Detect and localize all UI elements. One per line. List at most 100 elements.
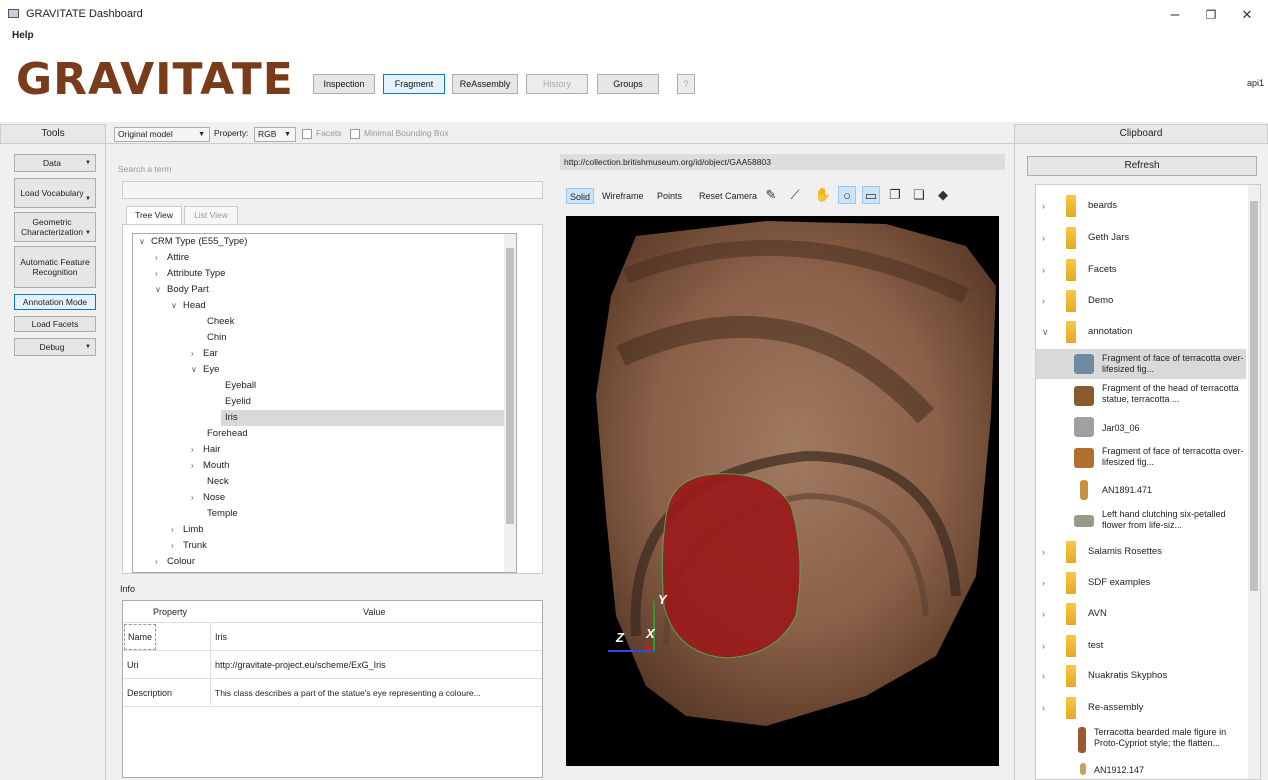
tree-node[interactable]: ∨ Body Part [155, 282, 209, 298]
list-item[interactable]: Terracotta bearded male figure in Proto-… [1036, 725, 1246, 755]
table-row[interactable]: Name Iris [123, 623, 542, 651]
property-select[interactable]: RGB ▼ [254, 127, 296, 142]
tag-icon[interactable]: ◆ [934, 186, 952, 204]
viewer-panel: http://collection.britishmuseum.org/id/o… [550, 144, 1014, 780]
folder-item[interactable]: › SDF examples [1036, 572, 1246, 594]
points-button[interactable]: Points [657, 188, 682, 204]
eyedropper-icon[interactable]: ✎ [762, 186, 780, 204]
folder-item[interactable]: › AVN [1036, 603, 1246, 625]
folder-item[interactable]: › test [1036, 635, 1246, 657]
history-button[interactable]: History [526, 74, 588, 94]
chevron-right-icon: › [1042, 201, 1045, 211]
lasso-icon[interactable]: ○ [838, 186, 856, 204]
row-key: Name [124, 624, 157, 650]
tab-list-view[interactable]: List View [184, 206, 238, 224]
folder-label: Facets [1088, 264, 1117, 275]
layers-icon[interactable]: ❏ [910, 186, 928, 204]
fragment-thumbnail [1074, 354, 1094, 374]
list-item[interactable]: AN1891.471 [1036, 479, 1246, 501]
automatic-feature-recognition-button[interactable]: Automatic Feature Recognition [14, 246, 96, 288]
scrollbar-thumb[interactable] [506, 248, 514, 524]
folder-item[interactable]: › Facets [1036, 259, 1246, 281]
folder-item[interactable]: › beards [1036, 195, 1246, 217]
groups-button[interactable]: Groups [597, 74, 659, 94]
model-select[interactable]: Original model ▼ [114, 127, 210, 142]
wireframe-button[interactable]: Wireframe [602, 188, 644, 204]
tree-node[interactable]: › Hair [191, 442, 220, 458]
folder-label: Re-assembly [1088, 702, 1144, 713]
tree-node[interactable]: › Trunk [171, 538, 207, 554]
facets-checkbox[interactable] [302, 129, 312, 139]
tree-node[interactable]: Neck [207, 474, 229, 490]
geometric-characterization-button[interactable]: Geometric Characterization ▼ [14, 212, 96, 242]
tree-node[interactable]: › Nose [191, 490, 225, 506]
info-label: Info [120, 584, 136, 594]
chevron-down-icon: ∨ [1042, 327, 1049, 337]
annotation-mode-button[interactable]: Annotation Mode [14, 294, 96, 310]
inspection-button[interactable]: Inspection [313, 74, 375, 94]
folder-item[interactable]: › Re-assembly [1036, 697, 1246, 719]
tree-node[interactable]: › Attire [155, 250, 189, 266]
help-button[interactable]: ? [677, 74, 695, 94]
reset-camera-button[interactable]: Reset Camera [699, 188, 757, 204]
load-facets-button[interactable]: Load Facets [14, 316, 96, 332]
folder-item[interactable]: › Nuakratis Skyphos [1036, 665, 1246, 687]
list-item[interactable]: Fragment of face of terracotta over-life… [1036, 443, 1246, 473]
tree-node-label: Head [183, 300, 206, 311]
list-item[interactable]: Fragment of face of terracotta over-life… [1036, 349, 1246, 379]
minimize-button[interactable]: – [1160, 4, 1190, 26]
list-item[interactable]: Jar03_06 [1036, 415, 1246, 439]
refresh-button[interactable]: Refresh [1027, 156, 1257, 176]
tree-node[interactable]: › Attribute Type [155, 266, 225, 282]
fragment-button[interactable]: Fragment [383, 74, 445, 94]
vocabulary-tree: ∨ CRM Type (E55_Type) › Attire › Attribute … [132, 233, 517, 573]
minimal-bbox-checkbox[interactable] [350, 129, 360, 139]
tree-node[interactable]: Eyeball [225, 378, 256, 394]
tree-node[interactable]: Eyelid [225, 394, 251, 410]
tree-node[interactable]: ∨ Head [171, 298, 206, 314]
3d-viewport[interactable]: Y Z X [566, 216, 999, 766]
folder-label: Nuakratis Skyphos [1088, 670, 1168, 681]
tree-node[interactable]: Cheek [207, 314, 234, 330]
restore-button[interactable]: ❐ [1196, 4, 1226, 26]
folder-item[interactable]: ∨ annotation [1036, 321, 1246, 343]
clipboard-panel: Refresh › beards › Geth Jars › Facets › Demo… [1014, 144, 1268, 780]
tree-node[interactable]: ∨ CRM Type (E55_Type) [139, 234, 247, 250]
table-row[interactable]: Description This class describes a part … [123, 679, 542, 707]
tab-tree-view[interactable]: Tree View [126, 206, 182, 224]
close-button[interactable]: ✕ [1232, 4, 1262, 26]
tree-node-selected[interactable]: Iris [221, 410, 506, 426]
table-row[interactable]: Uri http://gravitate-project.eu/scheme/E… [123, 651, 542, 679]
fragment-thumbnail [1074, 386, 1094, 406]
tree-node[interactable]: Forehead [207, 426, 248, 442]
tree-node[interactable]: Chin [207, 330, 227, 346]
scrollbar-thumb[interactable] [1250, 201, 1258, 591]
debug-button[interactable]: Debug ▼ [14, 338, 96, 356]
tree-node[interactable]: › Colour [155, 554, 195, 570]
ruler-icon[interactable]: ⟋ [786, 186, 804, 204]
menu-help[interactable]: Help [12, 30, 34, 41]
tree-node[interactable]: Temple [207, 506, 238, 522]
list-item[interactable]: Left hand clutching six-petalled flower … [1036, 507, 1246, 537]
search-input[interactable] [122, 181, 543, 199]
list-item[interactable]: Fragment of the head of terracotta statu… [1036, 381, 1246, 411]
rect-select-icon[interactable]: ▭ [862, 186, 880, 204]
solid-button[interactable]: Solid [566, 188, 595, 204]
copy-icon[interactable]: ❐ [886, 186, 904, 204]
tree-node[interactable]: ∨ Eye [191, 362, 219, 378]
folder-item[interactable]: › Geth Jars [1036, 227, 1246, 249]
folder-item[interactable]: › Demo [1036, 290, 1246, 312]
annotation-region[interactable] [661, 473, 801, 659]
tree-node-label: Eye [203, 364, 220, 375]
folder-item[interactable]: › Salamis Rosettes [1036, 541, 1246, 563]
list-item[interactable]: AN1912.147 [1036, 761, 1246, 779]
tree-node[interactable]: › Limb [171, 522, 204, 538]
tree-node[interactable]: › Mouth [191, 458, 229, 474]
clipboard-scrollbar[interactable] [1248, 185, 1260, 779]
reassembly-button[interactable]: ReAssembly [452, 74, 518, 94]
data-button[interactable]: Data ▼ [14, 154, 96, 172]
hand-icon[interactable]: ✋ [814, 186, 832, 204]
tree-node[interactable]: › Ear [191, 346, 218, 362]
load-vocabulary-button[interactable]: Load Vocabulary ▼ [14, 178, 96, 208]
tree-scrollbar[interactable] [504, 234, 516, 572]
